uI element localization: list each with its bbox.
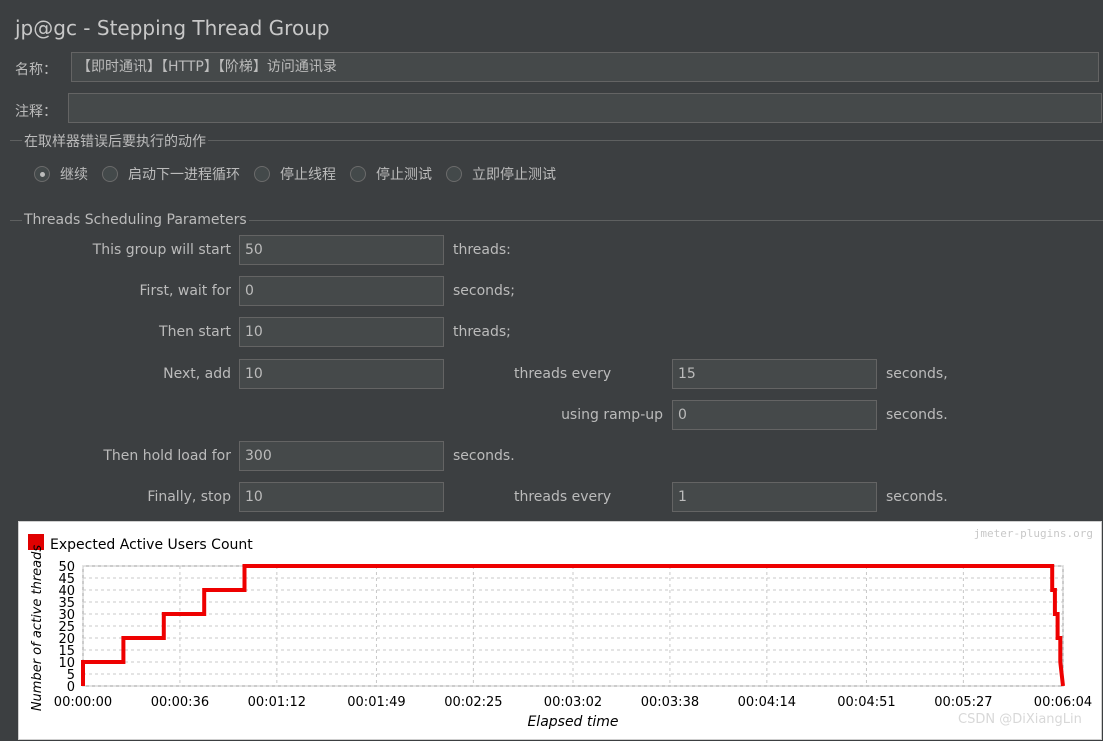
final-stop-input[interactable]: 10 bbox=[239, 482, 444, 512]
chart-title: Expected Active Users Count bbox=[50, 537, 253, 553]
final-stop-every-input[interactable]: 1 bbox=[672, 482, 877, 512]
radio-stop-test[interactable]: 停止测试 bbox=[350, 164, 432, 184]
hold-load-input[interactable]: 300 bbox=[239, 441, 444, 471]
x-tick-label: 00:04:14 bbox=[738, 695, 796, 710]
next-add-label: Next, add bbox=[163, 366, 231, 382]
expected-users-chart: 0510152025303540455000:00:00 00:00:36 00:0… bbox=[28, 527, 1093, 730]
watermark: CSDN @DiXiangLin bbox=[958, 712, 1082, 727]
radio-stop-thread[interactable]: 停止线程 bbox=[254, 164, 336, 184]
x-tick-label: 00:04:51 bbox=[837, 695, 895, 710]
radio-unselected-icon bbox=[102, 166, 118, 182]
sampler-error-options: 继续 启动下一进程循环 停止线程 停止测试 立即停止测试 bbox=[34, 164, 570, 184]
then-start-unit: threads; bbox=[453, 324, 511, 340]
x-tick-label: 00:02:25 bbox=[444, 695, 502, 710]
expected-users-chart-panel: 0 5 10 15 20 25 30 35 40 45 50 00:00:00 00:00:36 00:0… bbox=[18, 521, 1102, 740]
radio-unselected-icon bbox=[350, 166, 366, 182]
start-threads-unit: threads: bbox=[453, 242, 511, 258]
chart-credit: jmeter-plugins.org bbox=[974, 527, 1093, 540]
window-title: jp@gc - Stepping Thread Group bbox=[15, 16, 330, 40]
then-start-input[interactable]: 10 bbox=[239, 317, 444, 347]
then-start-label: Then start bbox=[159, 324, 231, 340]
final-stop-unit: seconds. bbox=[886, 489, 948, 505]
x-tick-label: 00:03:02 bbox=[544, 695, 602, 710]
initial-delay-label: First, wait for bbox=[139, 283, 231, 299]
y-tick-label: 50 bbox=[58, 560, 75, 575]
next-add-every-input[interactable]: 15 bbox=[672, 359, 877, 389]
start-threads-input[interactable]: 50 bbox=[239, 235, 444, 265]
x-tick-label: 00:00:00 bbox=[54, 695, 112, 710]
x-tick-label: 00:05:27 bbox=[934, 695, 992, 710]
radio-stop-test-now[interactable]: 立即停止测试 bbox=[446, 164, 556, 184]
y-axis-label: Number of active threads bbox=[30, 545, 45, 712]
x-tick-label: 00:06:04 bbox=[1034, 695, 1092, 710]
rampup-label: using ramp-up bbox=[561, 407, 663, 423]
comment-label: 注释： bbox=[15, 104, 57, 120]
comment-input[interactable] bbox=[68, 93, 1102, 123]
initial-delay-unit: seconds; bbox=[453, 283, 515, 299]
radio-unselected-icon bbox=[254, 166, 270, 182]
x-tick-label: 00:01:12 bbox=[248, 695, 306, 710]
rampup-unit: seconds. bbox=[886, 407, 948, 423]
sampler-error-section-title: 在取样器错误后要执行的动作 bbox=[22, 131, 208, 151]
initial-delay-input[interactable]: 0 bbox=[239, 276, 444, 306]
next-add-every-label: threads every bbox=[514, 366, 612, 382]
hold-load-unit: seconds. bbox=[453, 448, 515, 464]
x-tick-label: 00:01:49 bbox=[347, 695, 405, 710]
name-label: 名称： bbox=[15, 62, 57, 78]
x-axis-label: Elapsed time bbox=[527, 714, 618, 730]
x-tick-label: 00:03:38 bbox=[641, 695, 699, 710]
name-input[interactable]: 【即时通讯】【HTTP】【阶梯】访问通讯录 bbox=[71, 52, 1099, 82]
next-add-unit: seconds, bbox=[886, 366, 948, 382]
radio-unselected-icon bbox=[446, 166, 462, 182]
radio-continue[interactable]: 继续 bbox=[34, 164, 88, 184]
x-tick-label: 00:00:36 bbox=[151, 695, 209, 710]
hold-load-label: Then hold load for bbox=[103, 448, 231, 464]
radio-selected-icon bbox=[34, 166, 50, 182]
next-add-input[interactable]: 10 bbox=[239, 359, 444, 389]
start-threads-label: This group will start bbox=[92, 242, 231, 258]
radio-start-next-loop[interactable]: 启动下一进程循环 bbox=[102, 164, 240, 184]
final-stop-every-label: threads every bbox=[514, 489, 612, 505]
rampup-input[interactable]: 0 bbox=[672, 400, 877, 430]
final-stop-label: Finally, stop bbox=[147, 489, 231, 505]
params-section-title: Threads Scheduling Parameters bbox=[22, 212, 249, 228]
